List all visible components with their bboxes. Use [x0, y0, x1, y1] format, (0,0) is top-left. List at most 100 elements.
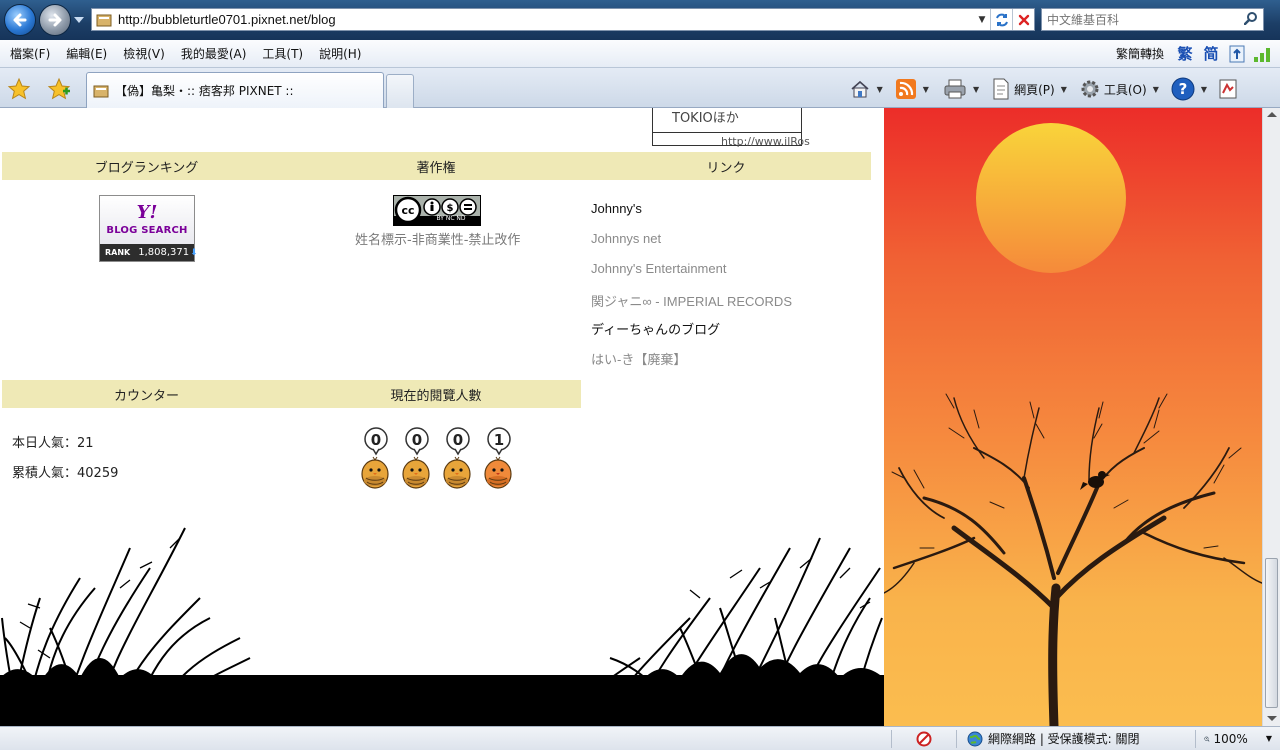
zoom-control[interactable]: 100% ▼ — [1196, 731, 1280, 747]
top-widget-cut-text: http://www.ilRos — [721, 135, 810, 148]
menu-favorites[interactable]: 我的最愛(A) — [173, 45, 255, 62]
viewer-digit-3: 0 — [453, 431, 463, 449]
total-visits: 累積人氣：40259 — [12, 466, 119, 481]
search-icon[interactable] — [1239, 11, 1263, 29]
link-haiki[interactable]: はい-き【廃棄】 — [591, 349, 686, 368]
copyright-header: 著作権 — [291, 152, 581, 180]
page-icon — [993, 78, 1009, 100]
chevron-down-icon[interactable]: ▼ — [1201, 85, 1207, 94]
creative-commons-badge[interactable]: cc $ BY NC ND — [393, 195, 481, 226]
tab-active[interactable]: 【偽】亀梨・:: 痞客邦 PIXNET :: — [86, 72, 384, 108]
simplified-chinese-button[interactable]: 简 — [1200, 43, 1222, 64]
menu-tools[interactable]: 工具(T) — [254, 45, 311, 62]
scroll-down-arrow-icon[interactable] — [1267, 716, 1277, 721]
chevron-down-icon[interactable]: ▼ — [1266, 734, 1272, 743]
ranking-header: ブログランキング — [2, 152, 291, 180]
globe-icon — [967, 731, 983, 746]
add-star-icon — [47, 77, 71, 100]
viewer-digit-2: 0 — [412, 431, 422, 449]
svg-text:cc: cc — [401, 204, 414, 217]
vertical-scrollbar[interactable] — [1262, 108, 1280, 726]
help-button[interactable]: ? ▼ — [1168, 76, 1210, 102]
back-button[interactable] — [4, 4, 36, 36]
link-imperial-records[interactable]: 関ジャニ∞ - IMPERIAL RECORDS — [591, 291, 792, 310]
feeds-button[interactable]: ▼ — [892, 76, 932, 102]
yahoo-blog-search-badge[interactable]: Y! BLOG SEARCH RANK 1,808,371 ⬇ — [99, 195, 198, 262]
security-zone[interactable]: 網際網路 | 受保護模式: 關閉 — [957, 730, 1195, 747]
back-arrow-icon — [13, 13, 27, 27]
menu-edit[interactable]: 編輯(E) — [58, 45, 115, 62]
license-description[interactable]: 姓名標示-非商業性-禁止改作 — [355, 229, 520, 248]
favorites-center-button[interactable] — [6, 76, 32, 102]
signal-icon[interactable] — [1252, 44, 1274, 64]
translate-toolbar: 繁簡轉換 繁 简 — [1116, 43, 1280, 64]
chevron-down-icon[interactable]: ▼ — [877, 85, 883, 94]
command-bar: ▼ ▼ ▼ 網頁(P) ▼ 工具(O) ▼ ? ▼ — [846, 76, 1242, 102]
zoom-icon — [1204, 736, 1210, 742]
address-dropdown-icon[interactable]: ▼ — [974, 9, 990, 30]
tab-title: 【偽】亀梨・:: 痞客邦 PIXNET :: — [115, 84, 294, 98]
menu-bar: 檔案(F) 編輯(E) 檢視(V) 我的最愛(A) 工具(T) 說明(H) 繁簡… — [0, 40, 1280, 68]
page-favicon-icon — [96, 14, 112, 26]
menu-file[interactable]: 檔案(F) — [0, 45, 58, 62]
link-johnnys-entertainment[interactable]: Johnny's Entertainment — [591, 261, 726, 276]
print-button[interactable]: ▼ — [940, 76, 982, 102]
research-button[interactable] — [1214, 76, 1242, 102]
new-tab-button[interactable] — [386, 74, 414, 108]
printer-icon — [944, 79, 966, 99]
add-favorites-button[interactable] — [46, 76, 72, 102]
page-favicon-icon — [93, 85, 109, 97]
link-johnnys[interactable]: Johnny's — [591, 201, 642, 216]
link-dee-chan-blog[interactable]: ディーちゃんのブログ — [591, 319, 720, 338]
traditional-chinese-button[interactable]: 繁 — [1174, 43, 1196, 64]
menu-help[interactable]: 說明(H) — [311, 45, 369, 62]
links-header-text: リンク — [706, 160, 746, 176]
viewer-digit-1: 0 — [371, 431, 381, 449]
link-johnnys-net[interactable]: Johnnys net — [591, 231, 661, 246]
upload-icon[interactable] — [1226, 44, 1248, 64]
gear-icon — [1081, 80, 1099, 98]
sunset-background-decoration — [884, 108, 1262, 726]
tools-menu-button[interactable]: 工具(O) ▼ — [1076, 76, 1162, 102]
search-input[interactable] — [1047, 10, 1239, 29]
menu-view[interactable]: 檢視(V) — [115, 45, 173, 62]
chevron-down-icon[interactable]: ▼ — [973, 85, 979, 94]
blog-search-label: BLOG SEARCH — [106, 225, 188, 236]
star-icon — [7, 77, 31, 100]
popup-blocker-indicator[interactable] — [892, 731, 956, 747]
refresh-button[interactable] — [990, 9, 1012, 30]
sunset-tree-illustration — [884, 123, 1262, 726]
yahoo-logo: Y! — [136, 202, 158, 223]
address-field[interactable]: http://bubbleturtle0701.pixnet.net/blog … — [91, 8, 1035, 31]
rank-down-arrow-icon: ⬇ — [190, 247, 198, 258]
page-menu-button[interactable]: 網頁(P) ▼ — [988, 76, 1070, 102]
chevron-down-icon[interactable]: ▼ — [1061, 85, 1067, 94]
zoom-level: 100% — [1213, 731, 1248, 746]
online-viewers-widget: 0 0 0 1 — [360, 424, 516, 492]
address-toolbar: http://bubbleturtle0701.pixnet.net/blog … — [0, 0, 1280, 40]
stop-button[interactable] — [1012, 9, 1034, 30]
viewer-digit-bubble — [364, 427, 511, 456]
viewers-header-text: 現在的閱覽人數 — [390, 388, 482, 404]
footer-black-band — [0, 675, 884, 726]
status-bar: 網際網路 | 受保護模式: 關閉 100% ▼ — [0, 726, 1280, 750]
cc-badge-text: BY NC ND — [436, 215, 466, 222]
forward-button[interactable] — [39, 4, 71, 36]
tab-command-bar: 【偽】亀梨・:: 痞客邦 PIXNET :: ▼ ▼ ▼ 網頁(P) ▼ 工具(… — [0, 68, 1280, 108]
search-box[interactable] — [1041, 8, 1264, 31]
tools-menu-label: 工具(O) — [1103, 82, 1147, 97]
translate-label: 繁簡轉換 — [1115, 47, 1164, 61]
chevron-down-icon[interactable]: ▼ — [923, 85, 929, 94]
scrollbar-thumb[interactable] — [1265, 558, 1278, 708]
address-text[interactable]: http://bubbleturtle0701.pixnet.net/blog — [118, 12, 974, 27]
page-menu-label: 網頁(P) — [1014, 82, 1055, 97]
scroll-up-arrow-icon[interactable] — [1267, 112, 1277, 117]
recent-pages-dropdown[interactable] — [74, 17, 84, 23]
help-icon: ? — [1171, 77, 1195, 101]
page-viewport: TOKIOほか http://www.ilRos ブログランキング 著作権 リン… — [0, 108, 1280, 726]
home-button[interactable]: ▼ — [846, 76, 886, 102]
chevron-down-icon[interactable]: ▼ — [1153, 85, 1159, 94]
counter-header: カウンター — [2, 380, 291, 408]
today-visits: 本日人氣：21 — [12, 436, 94, 451]
top-widget-text: TOKIOほか — [672, 111, 739, 126]
